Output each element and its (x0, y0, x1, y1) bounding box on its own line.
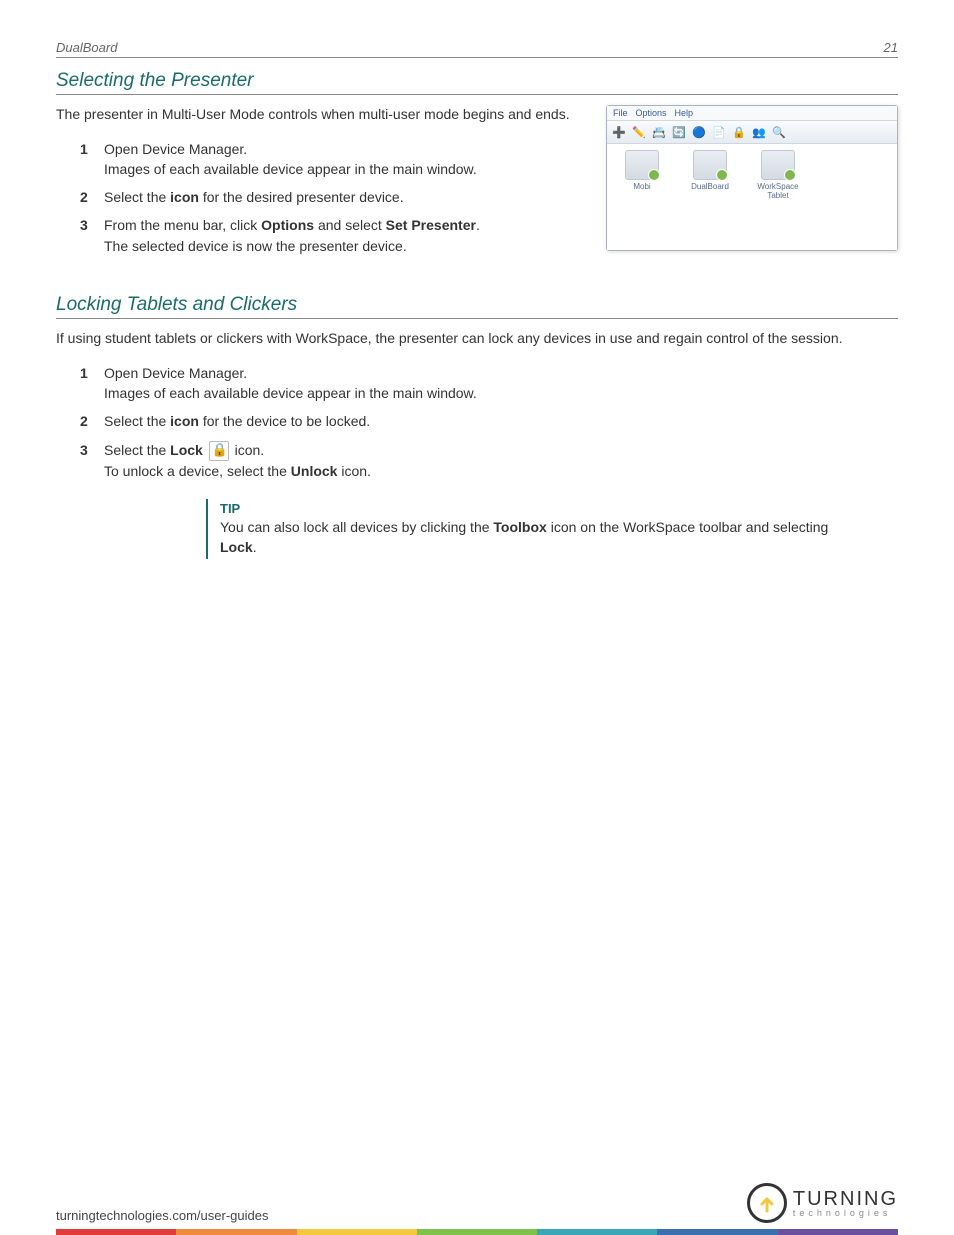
device-item: DualBoard (681, 150, 739, 200)
step-text: icon. (235, 442, 265, 458)
footer-url: turningtechnologies.com/user-guides (56, 1208, 268, 1223)
section-heading-presenter: Selecting the Presenter (56, 70, 898, 95)
device-label: WorkSpace Tablet (749, 182, 807, 200)
device-area: Mobi DualBoard WorkSpace Tablet (607, 144, 897, 250)
step-text: Select the (104, 189, 170, 205)
step: 2 Select the icon for the desired presen… (80, 187, 586, 207)
tip-label: TIP (220, 501, 834, 516)
step-subtext: Images of each available device appear i… (104, 383, 898, 403)
tip-body: You can also lock all devices by clickin… (220, 518, 834, 557)
step-text: Select the (104, 413, 170, 429)
tip-text: You can also lock all devices by clickin… (220, 519, 493, 535)
section2-steps: 1 Open Device Manager. Images of each av… (56, 363, 898, 481)
tip-bold: Lock (220, 539, 253, 555)
logo-arrow-icon (747, 1183, 787, 1223)
tip-block: TIP You can also lock all devices by cli… (206, 499, 846, 559)
toolbar: ➕ ✏️ 📇 🔄 🔵 📄 🔒 👥 🔍 (607, 121, 897, 144)
step-text: . (476, 217, 480, 233)
menu-help: Help (675, 108, 694, 118)
step-number: 3 (80, 215, 88, 235)
logo-text-bottom: technologies (793, 1209, 898, 1218)
toolbar-card-icon: 📇 (651, 124, 667, 140)
toolbar-refresh-icon: 🔄 (671, 124, 687, 140)
step-bold: Lock (170, 442, 203, 458)
menu-options: Options (636, 108, 667, 118)
step-number: 2 (80, 187, 88, 207)
step: 1 Open Device Manager. Images of each av… (80, 139, 586, 180)
device-label: DualBoard (681, 182, 739, 191)
section1-intro: The presenter in Multi-User Mode control… (56, 105, 576, 125)
device-label: Mobi (613, 182, 671, 191)
doc-title: DualBoard (56, 40, 117, 55)
menu-file: File (613, 108, 628, 118)
logo-text-top: TURNING (793, 1189, 898, 1209)
step-text: Select the (104, 442, 170, 458)
toolbar-circle-icon: 🔵 (691, 124, 707, 140)
section1-steps: 1 Open Device Manager. Images of each av… (56, 139, 586, 256)
tip-text: . (253, 539, 257, 555)
menubar: File Options Help (607, 106, 897, 121)
step-bold: Unlock (291, 463, 338, 479)
tip-bold: Toolbox (493, 519, 546, 535)
page-number: 21 (884, 40, 898, 55)
step-text: Open Device Manager. (104, 365, 247, 381)
toolbar-edit-icon: ✏️ (631, 124, 647, 140)
toolbar-search-icon: 🔍 (771, 124, 787, 140)
page-footer: turningtechnologies.com/user-guides TURN… (0, 1183, 954, 1235)
step: 3 From the menu bar, click Options and s… (80, 215, 586, 256)
step-number: 2 (80, 411, 88, 431)
step-number: 3 (80, 440, 88, 460)
step-text: From the menu bar, click (104, 217, 261, 233)
brand-logo: TURNING technologies (747, 1183, 898, 1223)
step-bold: icon (170, 413, 199, 429)
step-subtext: The selected device is now the presenter… (104, 236, 586, 256)
toolbar-add-icon: ➕ (611, 124, 627, 140)
toolbar-lock-icon: 🔒 (731, 124, 747, 140)
step: 2 Select the icon for the device to be l… (80, 411, 898, 431)
step-bold: icon (170, 189, 199, 205)
step-subtext: Images of each available device appear i… (104, 159, 586, 179)
step-bold: Set Presenter (386, 217, 476, 233)
page-header: DualBoard 21 (56, 40, 898, 58)
device-item: WorkSpace Tablet (749, 150, 807, 200)
step-text: icon. (337, 463, 370, 479)
device-manager-screenshot: File Options Help ➕ ✏️ 📇 🔄 🔵 📄 🔒 👥 🔍 Mob… (606, 105, 898, 251)
section2-intro: If using student tablets or clickers wit… (56, 329, 876, 349)
step: 3 Select the Lock icon. To unlock a devi… (80, 440, 898, 482)
toolbar-users-icon: 👥 (751, 124, 767, 140)
device-icon (693, 150, 727, 180)
step-bold: Options (261, 217, 314, 233)
step-subtext: To unlock a device, select the Unlock ic… (104, 461, 898, 481)
step-number: 1 (80, 139, 88, 159)
step-number: 1 (80, 363, 88, 383)
step-text: Open Device Manager. (104, 141, 247, 157)
step-text: for the desired presenter device. (199, 189, 404, 205)
footer-color-bar (56, 1229, 898, 1235)
lock-icon (209, 441, 229, 461)
section-heading-locking: Locking Tablets and Clickers (56, 294, 898, 319)
step-text: To unlock a device, select the (104, 463, 291, 479)
device-icon (761, 150, 795, 180)
toolbar-page-icon: 📄 (711, 124, 727, 140)
tip-text: icon on the WorkSpace toolbar and select… (547, 519, 828, 535)
step-text: for the device to be locked. (199, 413, 370, 429)
device-icon (625, 150, 659, 180)
device-item: Mobi (613, 150, 671, 200)
step: 1 Open Device Manager. Images of each av… (80, 363, 898, 404)
step-text: and select (314, 217, 386, 233)
